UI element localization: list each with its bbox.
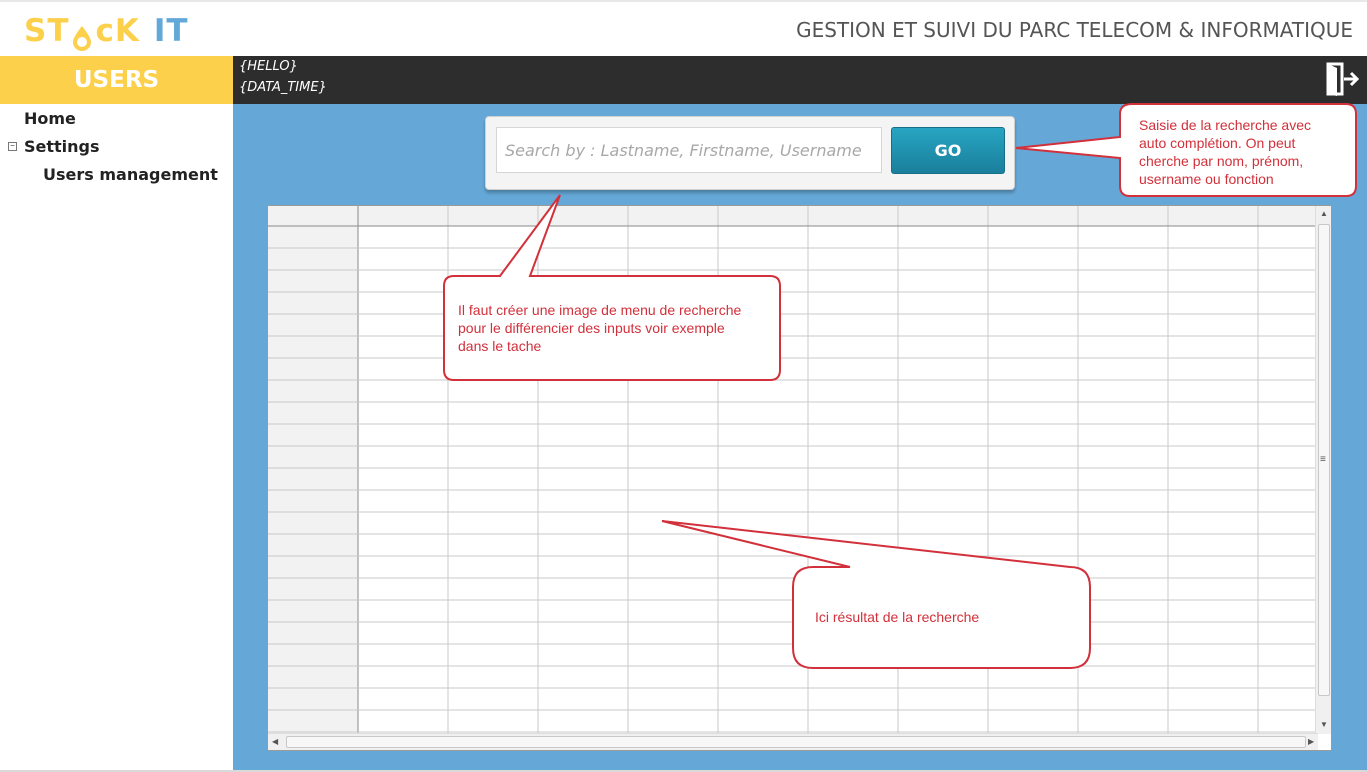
horizontal-scroll-thumb[interactable] — [286, 736, 1306, 748]
app-title: GESTION ET SUIVI DU PARC TELECOM & INFOR… — [796, 18, 1353, 42]
collapse-toggle-icon[interactable]: − — [8, 142, 17, 151]
go-button[interactable]: GO — [891, 127, 1005, 174]
callout-search-text: Saisie de la recherche avec auto complét… — [1139, 117, 1311, 187]
logo-text-it: IT — [153, 13, 189, 49]
stock-it-logo: ST cK IT — [24, 11, 189, 51]
callout-menu-text: Il faut créer une image de menu de reche… — [458, 302, 742, 354]
water-drop-icon — [71, 21, 93, 51]
scroll-down-icon[interactable]: ▼ — [1320, 720, 1328, 729]
search-panel: GO — [485, 116, 1015, 190]
results-grid[interactable]: ▲ ≡ ▼ ◀ ▶ — [267, 205, 1332, 751]
main-content: GO ▲ ≡ ▼ ◀ ▶ — [233, 104, 1367, 770]
sidebar: Home − Settings Users management — [0, 104, 233, 772]
horizontal-scrollbar[interactable]: ◀ ▶ — [268, 733, 1318, 750]
hello-text: {HELLO} — [239, 59, 298, 74]
callout-result-text: Ici résultat de la recherche — [815, 609, 980, 625]
scroll-right-icon[interactable]: ▶ — [1308, 737, 1314, 746]
logo-text-st: ST — [24, 13, 70, 49]
grid-lines — [268, 206, 1318, 734]
sidebar-item-users-management[interactable]: Users management — [43, 165, 218, 184]
section-label: USERS — [0, 56, 233, 104]
scroll-left-icon[interactable]: ◀ — [272, 737, 278, 746]
search-input[interactable] — [496, 127, 882, 173]
sidebar-item-home[interactable]: Home — [24, 109, 76, 128]
logo-text-ck: cK — [95, 13, 140, 49]
grid-row-header-column — [268, 206, 358, 734]
scroll-up-icon[interactable]: ▲ — [1320, 209, 1328, 218]
vertical-scrollbar[interactable]: ▲ ≡ ▼ — [1315, 206, 1331, 734]
top-bar: {HELLO} {DATA_TIME} — [233, 56, 1367, 104]
grid-header-row — [268, 206, 1318, 226]
scroll-grip-icon: ≡ — [1320, 454, 1326, 465]
datetime-text: {DATA_TIME} — [239, 80, 327, 95]
sidebar-item-settings[interactable]: Settings — [24, 137, 100, 156]
logout-icon[interactable] — [1325, 62, 1360, 96]
app-header: ST cK IT GESTION ET SUIVI DU PARC TELECO… — [0, 0, 1367, 56]
